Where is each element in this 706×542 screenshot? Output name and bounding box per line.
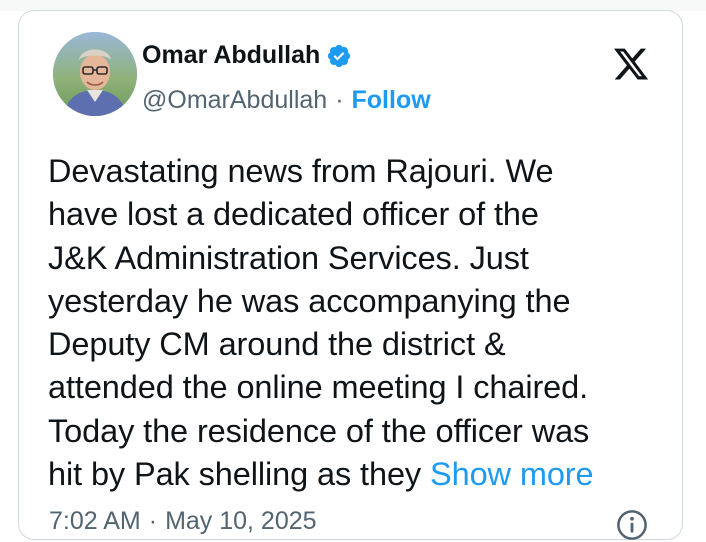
author-name-row[interactable]: Omar Abdullah: [142, 41, 352, 70]
tweet-line: Deputy CM around the district &: [48, 326, 506, 363]
info-icon[interactable]: [615, 508, 649, 542]
separator-dot: ·: [335, 86, 344, 114]
tweet-text: Devastating news from Rajouri. We have l…: [48, 150, 678, 496]
profile-photo: [53, 32, 137, 116]
author-handle[interactable]: @OmarAbdullah: [142, 86, 327, 115]
separator-dot: ·: [148, 507, 158, 535]
author-handle-row: @OmarAbdullah · Follow: [142, 86, 431, 115]
avatar[interactable]: [53, 32, 137, 116]
tweet-line: Devastating news from Rajouri. We: [48, 153, 554, 189]
tweet-line: J&K Administration Services. Just: [48, 239, 529, 276]
tweet-meta[interactable]: 7:02 AM · May 10, 2025: [49, 507, 317, 536]
author-name[interactable]: Omar Abdullah: [142, 41, 320, 70]
tweet-line: hit by Pak shelling as they: [48, 456, 422, 493]
show-more-link[interactable]: Show more: [430, 456, 594, 492]
tweet-date[interactable]: May 10, 2025: [165, 507, 317, 536]
follow-button[interactable]: Follow: [352, 86, 431, 115]
tweet-last-line: hit by Pak shelling as they Show more: [48, 453, 678, 496]
verified-badge-icon: [328, 44, 351, 67]
tweet-card[interactable]: Omar Abdullah @OmarAbdullah · Follow Dev…: [18, 10, 683, 540]
tweet-line: attended the online meeting I chaired.: [48, 369, 589, 406]
tweet-time[interactable]: 7:02 AM: [49, 507, 141, 536]
tweet-line: have lost a dedicated officer of the: [48, 196, 539, 233]
x-logo-icon[interactable]: [611, 45, 651, 83]
tweet-line: yesterday he was accompanying the: [48, 282, 571, 319]
tweet-line: Today the residence of the officer was: [48, 412, 590, 449]
